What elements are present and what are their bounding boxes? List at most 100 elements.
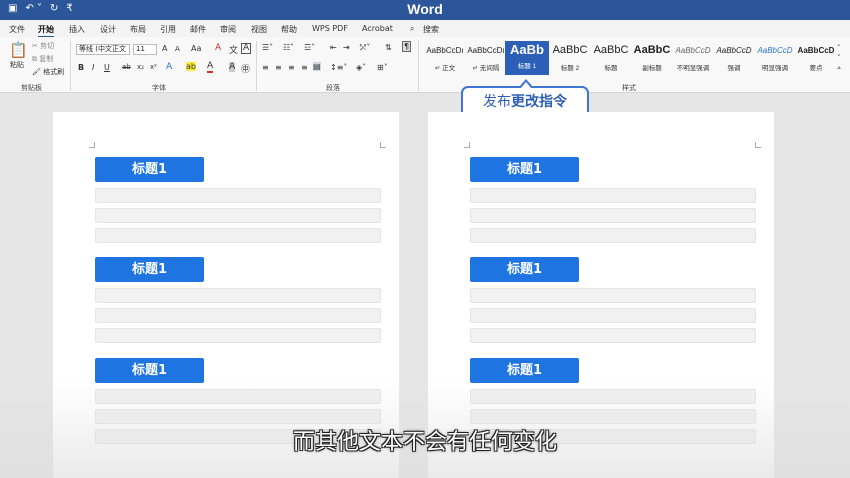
text-line[interactable] xyxy=(95,228,381,243)
italic-button[interactable]: I xyxy=(92,63,94,72)
styles-group-label: 样式 xyxy=(622,84,636,92)
search-icon[interactable]: ⌕ xyxy=(410,24,414,34)
align-right-icon[interactable]: ≡ xyxy=(288,63,295,72)
text-line[interactable] xyxy=(470,288,756,303)
style-preview: AaBbCcD xyxy=(797,46,835,55)
strikethrough-button[interactable]: ab xyxy=(122,63,131,71)
font-size-select[interactable]: 11 xyxy=(133,44,157,55)
style-name: 标题 xyxy=(604,65,618,72)
tab-wps-pdf[interactable]: WPS PDF xyxy=(312,24,348,33)
shrink-font-button[interactable]: A xyxy=(175,45,180,53)
paste-icon[interactable]: 📋 xyxy=(9,41,28,59)
style-emphasis[interactable]: AaBbCcD 强调 xyxy=(712,41,756,75)
text-effects-button[interactable]: A xyxy=(166,62,172,72)
tab-design[interactable]: 设计 xyxy=(100,24,116,35)
decrease-indent-icon[interactable]: ⇤ xyxy=(330,43,337,52)
text-line[interactable] xyxy=(95,188,381,203)
tab-mailings[interactable]: 邮件 xyxy=(190,24,206,35)
grow-font-button[interactable]: A xyxy=(162,44,167,53)
char-border-icon[interactable]: A xyxy=(241,43,252,54)
heading-1[interactable]: 标题1 xyxy=(95,157,204,182)
text-line[interactable] xyxy=(470,208,756,223)
tab-acrobat[interactable]: Acrobat xyxy=(362,24,393,33)
increase-indent-icon[interactable]: ⇥ xyxy=(343,43,350,52)
style-heading-2[interactable]: AaBbC 标题 2 xyxy=(548,41,592,75)
search-label[interactable]: 搜索 xyxy=(423,24,439,35)
styles-scroll-icon[interactable]: ˄ ˅ ⩡ xyxy=(837,43,841,73)
clear-format-button[interactable]: A xyxy=(215,43,221,53)
video-subtitle: 而其他文本不会有任何变化 xyxy=(292,430,557,455)
align-left-icon[interactable]: ≡ xyxy=(262,63,269,72)
chinese-layout-icon[interactable]: ⤱˅ xyxy=(360,43,370,53)
font-name-select[interactable]: 等线 (中文正文 xyxy=(76,44,130,55)
text-line[interactable] xyxy=(95,328,381,343)
bold-button[interactable]: B xyxy=(78,63,84,72)
style-preview: AaBbCcDı xyxy=(426,46,464,55)
cut-button[interactable]: ✂ 剪切 xyxy=(32,41,54,51)
phonetic-icon[interactable]: 文 xyxy=(229,43,238,56)
tab-review[interactable]: 审阅 xyxy=(220,24,236,35)
style-name: 副标题 xyxy=(642,65,662,72)
heading-1[interactable]: 标题1 xyxy=(95,257,204,282)
tab-help[interactable]: 帮助 xyxy=(281,24,297,35)
borders-icon[interactable]: ⊞˅ xyxy=(377,63,388,72)
style-normal[interactable]: AaBbCcDı ↵ 正文 xyxy=(423,41,467,75)
sort-icon[interactable]: ⇅ xyxy=(385,43,392,52)
char-shading-icon[interactable]: A xyxy=(229,62,236,72)
highlight-button[interactable]: ab xyxy=(186,62,196,71)
heading-1[interactable]: 标题1 xyxy=(470,157,579,182)
multilevel-list-icon[interactable]: ☲˅ xyxy=(304,43,315,52)
text-line[interactable] xyxy=(95,208,381,223)
distribute-icon[interactable]: ▤ xyxy=(313,62,321,71)
scissors-icon: ✂ xyxy=(32,42,41,50)
style-heading-1[interactable]: AaBb 标题 1 xyxy=(505,41,549,75)
text-line[interactable] xyxy=(470,188,756,203)
style-name: 不明显强调 xyxy=(676,65,710,72)
tab-file[interactable]: 文件 xyxy=(9,24,25,35)
margin-mark xyxy=(464,142,470,148)
copy-button[interactable]: ⧉ 复制 xyxy=(32,54,53,64)
copy-label: 复制 xyxy=(39,55,54,63)
paragraph-group-label: 段落 xyxy=(326,84,340,92)
paste-button[interactable]: 粘贴 xyxy=(10,60,24,70)
font-color-button[interactable]: A xyxy=(207,62,214,73)
style-subtle-emphasis[interactable]: AaBbCcD 不明显强调 xyxy=(671,41,715,75)
style-name: 强调 xyxy=(727,65,741,72)
text-line[interactable] xyxy=(470,328,756,343)
text-line[interactable] xyxy=(470,228,756,243)
style-title[interactable]: AaBbC 标题 xyxy=(589,41,633,75)
superscript-button[interactable]: x² xyxy=(150,63,157,71)
style-no-spacing[interactable]: AaBbCcDı ↵ 无间隔 xyxy=(464,41,508,75)
tab-home[interactable]: 开始 xyxy=(38,24,54,38)
clipboard-group-label: 剪贴板 xyxy=(21,84,42,92)
style-name: 要点 xyxy=(809,65,823,72)
style-name: 标题 1 xyxy=(517,63,537,70)
numbering-icon[interactable]: ☷˅ xyxy=(283,43,294,52)
style-name: 标题 2 xyxy=(560,65,580,72)
align-center-icon[interactable]: ≡ xyxy=(275,63,282,72)
show-marks-icon[interactable]: ¶ xyxy=(402,41,412,52)
format-painter-button[interactable]: 🖌 格式刷 xyxy=(32,67,64,77)
heading-1[interactable]: 标题1 xyxy=(470,257,579,282)
style-subtitle[interactable]: AaBbC 副标题 xyxy=(630,41,674,75)
enclose-char-icon[interactable]: ㊥ xyxy=(241,62,250,75)
subscript-button[interactable]: x₂ xyxy=(137,63,144,71)
style-strong[interactable]: AaBbCcD 要点 xyxy=(794,41,838,75)
style-intense-emphasis[interactable]: AaBbCcD 明显强调 xyxy=(753,41,797,75)
text-line[interactable] xyxy=(95,308,381,323)
text-line[interactable] xyxy=(95,288,381,303)
tab-references[interactable]: 引用 xyxy=(160,24,176,35)
bullets-icon[interactable]: ☰˅ xyxy=(262,43,273,52)
underline-button[interactable]: U xyxy=(104,63,110,72)
tab-insert[interactable]: 插入 xyxy=(69,24,85,35)
style-preview: AaBbC xyxy=(593,44,629,56)
change-case-button[interactable]: Aa xyxy=(191,44,201,53)
margin-mark xyxy=(89,142,95,148)
justify-icon[interactable]: ≡ xyxy=(301,63,308,72)
ribbon-tabs: 文件 开始 插入 设计 布局 引用 邮件 审阅 视图 帮助 WPS PDF Ac… xyxy=(0,20,850,38)
tab-layout[interactable]: 布局 xyxy=(130,24,146,35)
tab-view[interactable]: 视图 xyxy=(251,24,267,35)
shading-icon[interactable]: ◈˅ xyxy=(356,63,366,72)
line-spacing-icon[interactable]: ↕≡˅ xyxy=(330,63,347,72)
text-line[interactable] xyxy=(470,308,756,323)
